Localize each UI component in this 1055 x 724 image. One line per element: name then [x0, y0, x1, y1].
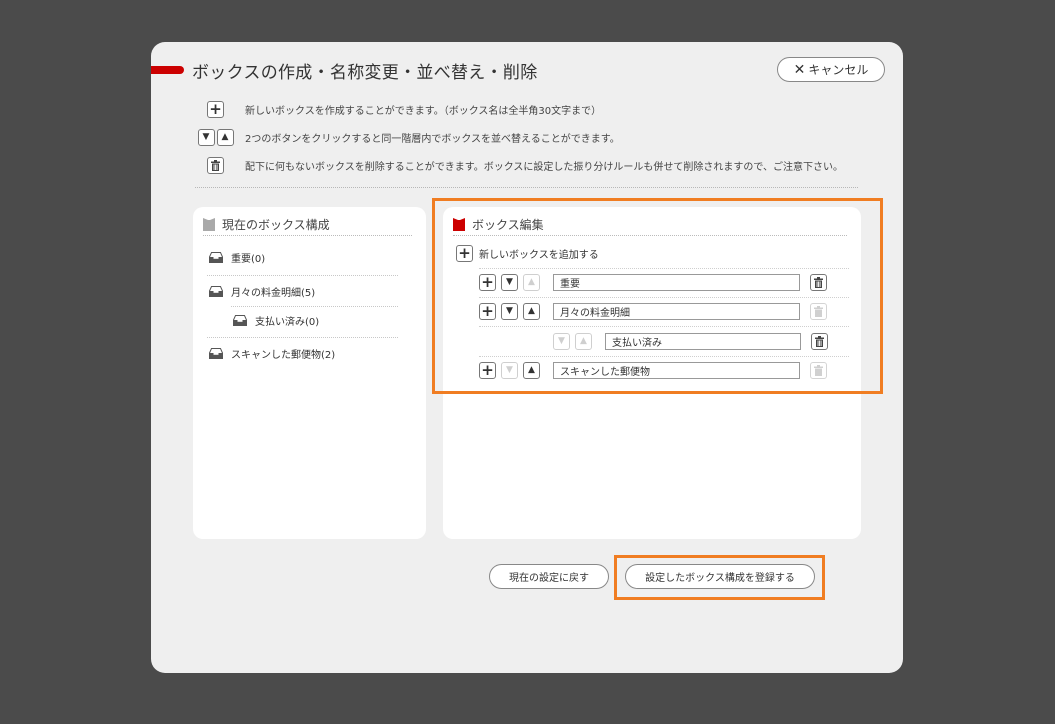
move-down-icon: ▼: [197, 129, 215, 146]
reset-button[interactable]: 現在の設定に戻す: [489, 564, 609, 589]
tree-divider: [207, 275, 398, 276]
plus-icon: +: [207, 101, 224, 118]
inbox-tray-icon: [209, 286, 223, 297]
cancel-label: キャンセル: [808, 63, 869, 77]
inbox-tray-icon: [209, 252, 223, 263]
close-icon: ✕: [793, 61, 806, 78]
help-text-delete: 配下に何もないボックスを削除することができます。ボックスに設定した振り分けルール…: [245, 162, 843, 173]
tree-divider: [207, 337, 398, 338]
tree-item: スキャンした郵便物(2): [209, 346, 335, 361]
dialog-title: ボックスの作成・名称変更・並べ替え・削除: [192, 63, 538, 83]
current-structure-title: 現在のボックス構成: [222, 217, 330, 232]
help-text-create: 新しいボックスを作成することができます。（ボックス名は全半角30文字まで）: [245, 106, 602, 117]
title-accent-bar: [151, 66, 184, 74]
move-up-icon: ▲: [216, 129, 234, 146]
tree-item: 重要(0): [209, 250, 265, 265]
current-structure-header: 現在のボックス構成: [203, 213, 412, 236]
current-structure-panel: 現在のボックス構成 重要(0) 月々の料金明細(5) 支払い済み(0) スキャン…: [193, 207, 426, 539]
tree-item: 月々の料金明細(5): [209, 284, 315, 299]
inbox-tray-icon: [233, 315, 247, 326]
tree-item: 支払い済み(0): [233, 313, 319, 328]
tree-divider: [231, 306, 398, 307]
tree-item-label: 月々の料金明細(5): [231, 288, 316, 299]
help-row-delete: 配下に何もないボックスを削除することができます。ボックスに設定した振り分けルール…: [195, 157, 843, 174]
help-row-reorder: ▼ ▲ 2つのボタンをクリックすると同一階層内でボックスを並べ替えることができま…: [195, 129, 620, 146]
submit-button-highlight: [614, 555, 825, 600]
tree-item-label: スキャンした郵便物(2): [231, 350, 336, 361]
trash-icon: [207, 157, 224, 174]
inbox-tray-icon: [209, 348, 223, 359]
tree-item-label: 重要(0): [231, 254, 266, 265]
folder-gray-icon: [203, 217, 215, 231]
divider: [195, 187, 858, 188]
help-row-create: + 新しいボックスを作成することができます。（ボックス名は全半角30文字まで）: [195, 101, 601, 118]
tree-item-label: 支払い済み(0): [255, 317, 320, 328]
edit-panel-highlight: [432, 198, 883, 394]
cancel-button[interactable]: ✕ キャンセル: [777, 57, 885, 82]
help-text-reorder: 2つのボタンをクリックすると同一階層内でボックスを並べ替えることができます。: [245, 134, 620, 145]
